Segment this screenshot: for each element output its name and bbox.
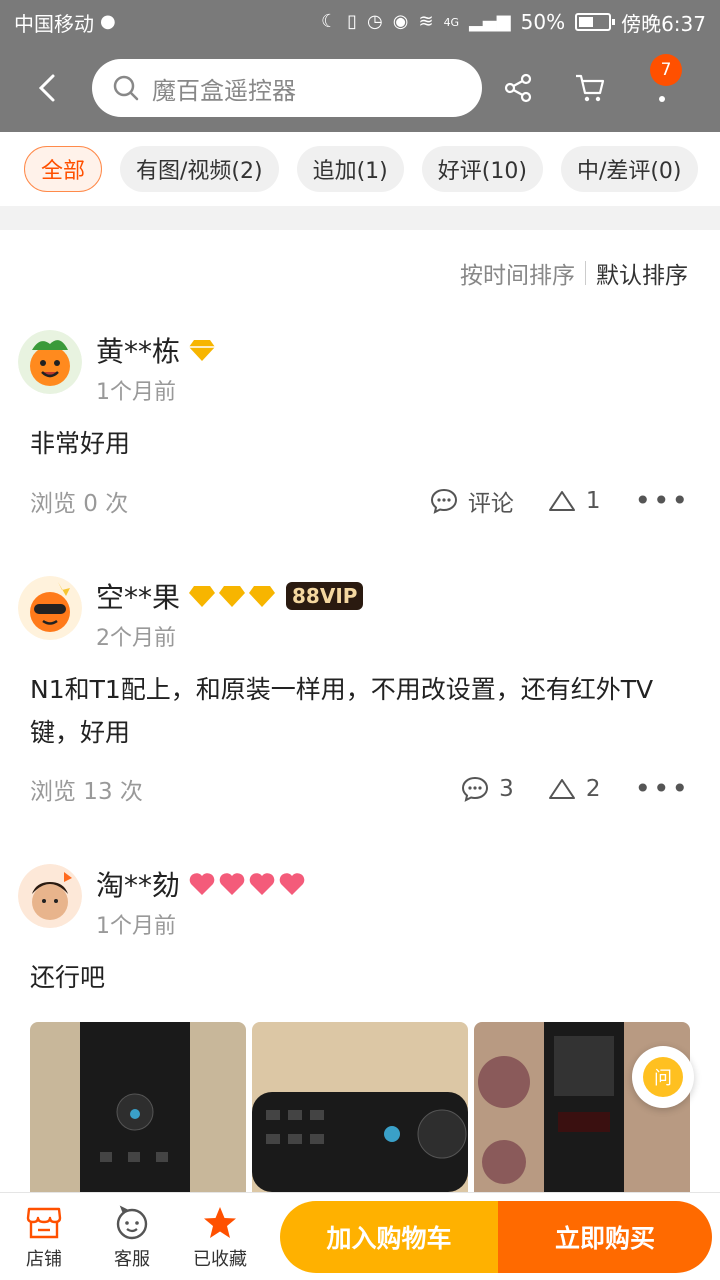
more-menu-button[interactable]: 7 bbox=[646, 54, 682, 104]
reviewer-name: 空**果 88VIP bbox=[96, 576, 364, 616]
vip-badge: 88VIP bbox=[286, 582, 364, 610]
buy-now-button[interactable]: 立即购买 bbox=[498, 1200, 712, 1273]
sort-by-time[interactable]: 按时间排序 bbox=[460, 256, 575, 290]
like-button[interactable]: 2 bbox=[548, 776, 601, 802]
avatar[interactable] bbox=[18, 576, 82, 640]
review-time: 2个月前 bbox=[96, 626, 176, 651]
shop-icon bbox=[24, 1203, 64, 1243]
view-count: 浏览 13 次 bbox=[30, 779, 143, 805]
carrier-name: 中国移动 bbox=[14, 11, 94, 36]
carrier: 中国移动 ● bbox=[14, 8, 116, 37]
search-input[interactable]: 魔百盒遥控器 bbox=[92, 59, 482, 117]
signal-icon: ▂▄▆ bbox=[469, 11, 511, 32]
reviewer-name-text: 黄**栋 bbox=[96, 335, 181, 368]
eye-icon: ◉ bbox=[392, 11, 409, 32]
thumbs-up-icon bbox=[548, 779, 575, 799]
review-text: 非常好用 bbox=[30, 429, 131, 458]
status-right: ☾ ▯ ◷ ◉ ≋ 4G ▂▄▆ 50% 傍晚6:37 bbox=[321, 8, 706, 37]
review-meta: 浏览 13 次 3 2 ••• bbox=[30, 772, 690, 806]
review-photo[interactable] bbox=[252, 1022, 468, 1192]
filter-chip-all[interactable]: 全部 bbox=[24, 146, 103, 192]
reviewer-name: 黄**栋 bbox=[96, 330, 216, 370]
review-actions: 评论 1 ••• bbox=[430, 484, 690, 518]
review-photos bbox=[30, 1022, 690, 1192]
service-label: 客服 bbox=[114, 1248, 150, 1270]
comment-icon bbox=[430, 488, 457, 514]
review-time: 1个月前 bbox=[96, 380, 176, 405]
bottom-action-bar: 店铺 客服 已收藏 加入购物车 立即购买 bbox=[0, 1192, 720, 1280]
heart-level-icon bbox=[189, 873, 305, 895]
filter-chip-neutral-negative[interactable]: 中/差评(0) bbox=[560, 146, 698, 192]
avatar[interactable] bbox=[18, 864, 82, 928]
sort-separator bbox=[585, 261, 586, 285]
purchase-buttons: 加入购物车 立即购买 bbox=[280, 1200, 712, 1273]
vibrate-icon: ▯ bbox=[347, 11, 358, 32]
favorite-label: 已收藏 bbox=[193, 1248, 247, 1270]
review-actions: 3 2 ••• bbox=[461, 775, 690, 803]
comment-label: 评论 bbox=[467, 491, 514, 517]
wifi-icon: ≋ bbox=[418, 11, 434, 32]
search-placeholder: 魔百盒遥控器 bbox=[152, 76, 296, 105]
reviewer-name: 淘**劾 bbox=[96, 864, 310, 904]
battery-percent: 50% bbox=[520, 10, 566, 34]
avatar[interactable] bbox=[18, 330, 82, 394]
share-button[interactable] bbox=[502, 72, 534, 104]
comment-count: 3 bbox=[499, 776, 514, 802]
review-filter-bar: 全部 有图/视频(2) 追加(1) 好评(10) 中/差评(0) bbox=[0, 132, 720, 206]
favorite-tab[interactable]: 已收藏 bbox=[176, 1203, 264, 1271]
customer-service-icon bbox=[112, 1203, 152, 1243]
search-icon bbox=[113, 75, 139, 101]
comment-icon bbox=[462, 776, 489, 802]
message-badge: 7 bbox=[650, 54, 682, 86]
filter-chip-positive[interactable]: 好评(10) bbox=[421, 146, 543, 192]
review-time: 1个月前 bbox=[96, 914, 176, 939]
shop-tab[interactable]: 店铺 bbox=[0, 1203, 88, 1271]
diamond-icon bbox=[189, 586, 276, 607]
nav-bar: 魔百盒遥控器 7 bbox=[0, 44, 720, 132]
moon-icon: ☾ bbox=[320, 11, 338, 32]
filter-chip-photo-video[interactable]: 有图/视频(2) bbox=[120, 146, 279, 192]
review-meta: 浏览 0 次 评论 1 ••• bbox=[30, 484, 690, 518]
section-divider bbox=[0, 206, 720, 230]
alarm-icon: ◷ bbox=[367, 11, 383, 32]
reviewer-name-text: 淘**劾 bbox=[96, 869, 181, 902]
sort-default[interactable]: 默认排序 bbox=[596, 256, 688, 290]
service-tab[interactable]: 客服 bbox=[88, 1203, 176, 1271]
star-icon bbox=[200, 1203, 240, 1243]
review-text: 还行吧 bbox=[30, 963, 106, 992]
chevron-left-icon bbox=[38, 74, 55, 102]
like-count: 1 bbox=[585, 488, 601, 514]
ask-question-button[interactable]: 问 bbox=[632, 1046, 694, 1108]
back-button[interactable] bbox=[0, 44, 92, 132]
more-options-icon[interactable]: ••• bbox=[634, 775, 690, 803]
review-photo[interactable] bbox=[30, 1022, 246, 1192]
more-options-icon[interactable]: ••• bbox=[634, 487, 690, 515]
comment-button[interactable]: 评论 bbox=[430, 484, 514, 518]
ask-question-label: 问 bbox=[643, 1057, 683, 1097]
nav-actions: 7 bbox=[502, 54, 682, 104]
review-text: N1和T1配上，和原装一样用，不用改设置，还有红外TV键，好用 bbox=[30, 675, 654, 747]
thumbs-up-icon bbox=[548, 491, 575, 511]
like-button[interactable]: 1 bbox=[548, 488, 601, 514]
diamond-icon bbox=[189, 340, 216, 361]
sort-options: 按时间排序 默认排序 bbox=[460, 256, 688, 290]
cart-button[interactable] bbox=[574, 72, 606, 104]
network-type: 4G bbox=[443, 15, 460, 29]
reviewer-name-text: 空**果 bbox=[96, 581, 181, 614]
cart-icon bbox=[576, 74, 605, 102]
shop-label: 店铺 bbox=[26, 1248, 62, 1270]
clock: 傍晚6:37 bbox=[621, 11, 706, 36]
status-bar: 中国移动 ● ☾ ▯ ◷ ◉ ≋ 4G ▂▄▆ 50% 傍晚6:37 bbox=[0, 0, 720, 44]
filter-chip-followup[interactable]: 追加(1) bbox=[296, 146, 404, 192]
comment-button[interactable]: 3 bbox=[461, 775, 514, 803]
share-icon bbox=[504, 73, 532, 103]
battery-icon bbox=[575, 13, 616, 31]
view-count: 浏览 0 次 bbox=[30, 491, 129, 517]
add-to-cart-button[interactable]: 加入购物车 bbox=[280, 1200, 498, 1273]
like-count: 2 bbox=[585, 776, 601, 802]
message-icon: ● bbox=[100, 11, 116, 32]
